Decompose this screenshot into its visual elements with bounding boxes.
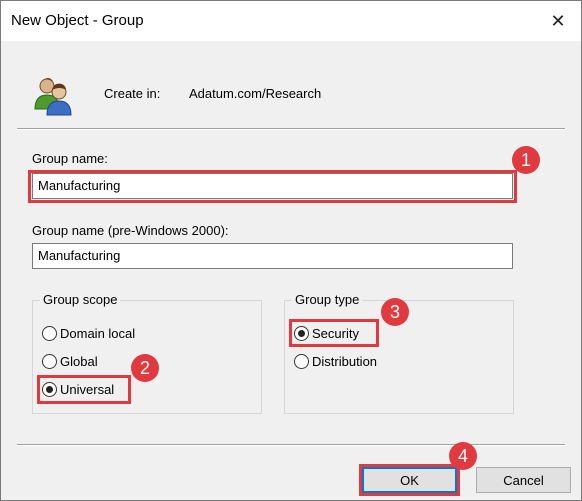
radio-selected-dot — [46, 385, 53, 393]
create-in-path: Adatum.com/Research — [189, 86, 322, 101]
radio-label: Distribution — [312, 353, 378, 369]
radio-button[interactable] — [294, 353, 309, 369]
radio-button[interactable] — [42, 381, 57, 397]
radio-distribution[interactable]: Distribution — [294, 351, 377, 371]
step-badge-4: 4 — [449, 442, 477, 470]
group-scope-title: Group scope — [40, 292, 121, 307]
step-badge-2: 2 — [131, 354, 159, 382]
group-name-input[interactable]: Manufacturing — [32, 173, 513, 199]
radio-global[interactable]: Global — [42, 351, 98, 371]
group-type-title: Group type — [292, 292, 363, 307]
window-title: New Object - Group — [11, 12, 144, 29]
radio-label: Security — [312, 325, 359, 341]
radio-label: Domain local — [60, 325, 136, 341]
radio-universal[interactable]: Universal — [42, 379, 114, 399]
close-icon[interactable]: ✕ — [535, 1, 581, 41]
title-bar: New Object - Group ✕ — [1, 1, 581, 41]
step-badge-3: 3 — [381, 298, 409, 326]
radio-button[interactable] — [42, 325, 57, 341]
step-badge-1: 1 — [512, 146, 540, 174]
radio-label: Universal — [60, 381, 115, 397]
radio-selected-dot — [298, 329, 305, 337]
radio-domain-local[interactable]: Domain local — [42, 323, 135, 343]
radio-security[interactable]: Security — [294, 323, 359, 343]
new-object-group-dialog: New Object - Group ✕ Create in: Adatum.c… — [0, 0, 582, 501]
ok-button[interactable]: OK — [362, 467, 457, 493]
group-name-label: Group name: — [32, 151, 108, 166]
separator-top — [17, 128, 565, 130]
pre2000-name-label: Group name (pre-Windows 2000): — [32, 223, 229, 238]
cancel-button[interactable]: Cancel — [476, 467, 571, 493]
radio-button[interactable] — [42, 353, 57, 369]
users-group-icon — [34, 77, 72, 116]
create-in-label: Create in: — [104, 86, 161, 101]
pre2000-name-input[interactable]: Manufacturing — [32, 243, 513, 269]
separator-bottom — [17, 444, 565, 446]
radio-label: Global — [60, 353, 98, 369]
radio-button[interactable] — [294, 325, 309, 341]
